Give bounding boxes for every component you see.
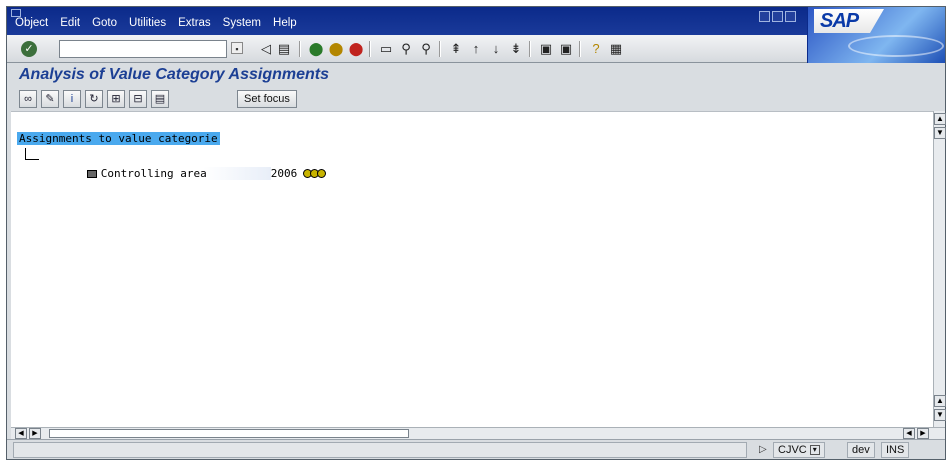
toolbar-separator [369,41,371,57]
cancel-icon[interactable]: ⬤ [347,40,365,58]
scroll-up-icon[interactable]: ▲ [934,395,946,407]
insert-mode[interactable]: INS [881,442,910,458]
status-bar: ▷ CJVC ▾ dev INS [7,439,945,459]
tree-root[interactable]: Assignments to value categorie [17,132,220,145]
close-icon[interactable] [785,11,796,22]
menu-item-extras[interactable]: Extras [178,17,211,29]
logo-swoosh [848,35,944,57]
previous-page-icon[interactable]: ↑ [467,40,485,58]
application-toolbar: ∞ ✎ i ↻ ⊞ ⊟ ▤ Set focus [7,87,945,111]
sap-logo-text: SAP [814,9,884,33]
last-page-icon[interactable]: ⇟ [507,40,525,58]
menu-item-help[interactable]: Help [273,17,297,29]
layout-icon[interactable]: ▤ [151,90,169,108]
back-arrow-icon[interactable]: ◁ [257,40,275,58]
command-history-icon[interactable]: ▪ [231,42,243,54]
collapse-icon[interactable]: ⊟ [129,90,147,108]
folder-icon [86,170,97,178]
status-message [13,442,747,458]
status-expand-icon[interactable]: ▷ [759,444,767,455]
expand-icon[interactable]: ⊞ [107,90,125,108]
scroll-thumb[interactable] [49,429,409,438]
create-session-icon[interactable]: ▣ [537,40,555,58]
glasses-icon[interactable]: ∞ [19,90,37,108]
create-shortcut-icon[interactable]: ▣ [557,40,575,58]
menu: Object Edit Goto Utilities Extras System Help [15,17,297,29]
node-value: 2006 [270,167,298,180]
help-icon[interactable]: ? [587,40,605,58]
toolbar-separator [579,41,581,57]
save-icon[interactable]: ▤ [275,40,293,58]
maximize-icon[interactable] [772,11,783,22]
vertical-scrollbar[interactable]: ▲ ▼ ▲ ▼ [933,111,946,427]
sap-window: Object Edit Goto Utilities Extras System Help … [6,6,946,460]
enter-icon[interactable]: ✓ [21,41,37,57]
system-menu-icon[interactable] [11,9,21,17]
toolbar-separator [299,41,301,57]
standard-toolbar: ✓ ▪ ◁ ▤ ⬤ ⬤ ⬤ ▭ ⚲ ⚲ ⇞ ↑ ↓ ⇟ ▣ ▣ ? ▦ [7,35,807,63]
first-page-icon[interactable]: ⇞ [447,40,465,58]
tree-area: Assignments to value categorie Controlli… [11,111,933,427]
window-controls [759,11,796,22]
toolbar-separator [529,41,531,57]
tree-root-label[interactable]: Assignments to value categorie [17,132,220,145]
tree-node-controlling-area[interactable]: Controlling area 2006 [47,154,327,194]
print-icon[interactable]: ▭ [377,40,395,58]
sap-logo: SAP [807,7,945,63]
layout-menu-icon[interactable]: ▦ [607,40,625,58]
menu-item-edit[interactable]: Edit [60,17,80,29]
scroll-left-icon[interactable]: ◀ [15,428,27,439]
menu-item-goto[interactable]: Goto [92,17,117,29]
traffic-lights-icon [303,168,327,181]
node-label: Controlling area [100,167,271,180]
page-title: Analysis of Value Category Assignments [19,66,330,83]
menu-item-object[interactable]: Object [15,17,48,29]
find-next-icon[interactable]: ⚲ [417,40,435,58]
scroll-up-icon[interactable]: ▲ [934,113,946,125]
transaction-code: CJVC ▾ [773,442,825,458]
scroll-down-icon[interactable]: ▼ [934,127,946,139]
horizontal-scrollbar[interactable]: ◀ ▶ ◀ ▶ [11,427,945,439]
next-page-icon[interactable]: ↓ [487,40,505,58]
toolbar-separator [439,41,441,57]
menu-item-system[interactable]: System [223,17,261,29]
menu-bar: Object Edit Goto Utilities Extras System Help [7,7,945,35]
dropdown-icon[interactable]: ▾ [809,445,820,456]
find-icon[interactable]: ⚲ [397,40,415,58]
command-field[interactable] [59,40,227,58]
exit-icon[interactable]: ⬤ [327,40,345,58]
minimize-icon[interactable] [759,11,770,22]
refresh-icon[interactable]: ↻ [85,90,103,108]
menu-item-utilities[interactable]: Utilities [129,17,166,29]
back-icon[interactable]: ⬤ [307,40,325,58]
tree-connector [25,148,39,160]
title-bar: Analysis of Value Category Assignments [7,63,945,87]
scroll-left-icon[interactable]: ◀ [903,428,915,439]
scroll-right-icon[interactable]: ▶ [29,428,41,439]
pencil-icon[interactable]: ✎ [41,90,59,108]
set-focus-button[interactable]: Set focus [237,90,297,108]
scroll-down-icon[interactable]: ▼ [934,409,946,421]
scroll-right-icon[interactable]: ▶ [917,428,929,439]
transaction-code-text: CJVC [778,444,807,456]
info-icon[interactable]: i [63,90,81,108]
system-name: dev [847,442,875,458]
